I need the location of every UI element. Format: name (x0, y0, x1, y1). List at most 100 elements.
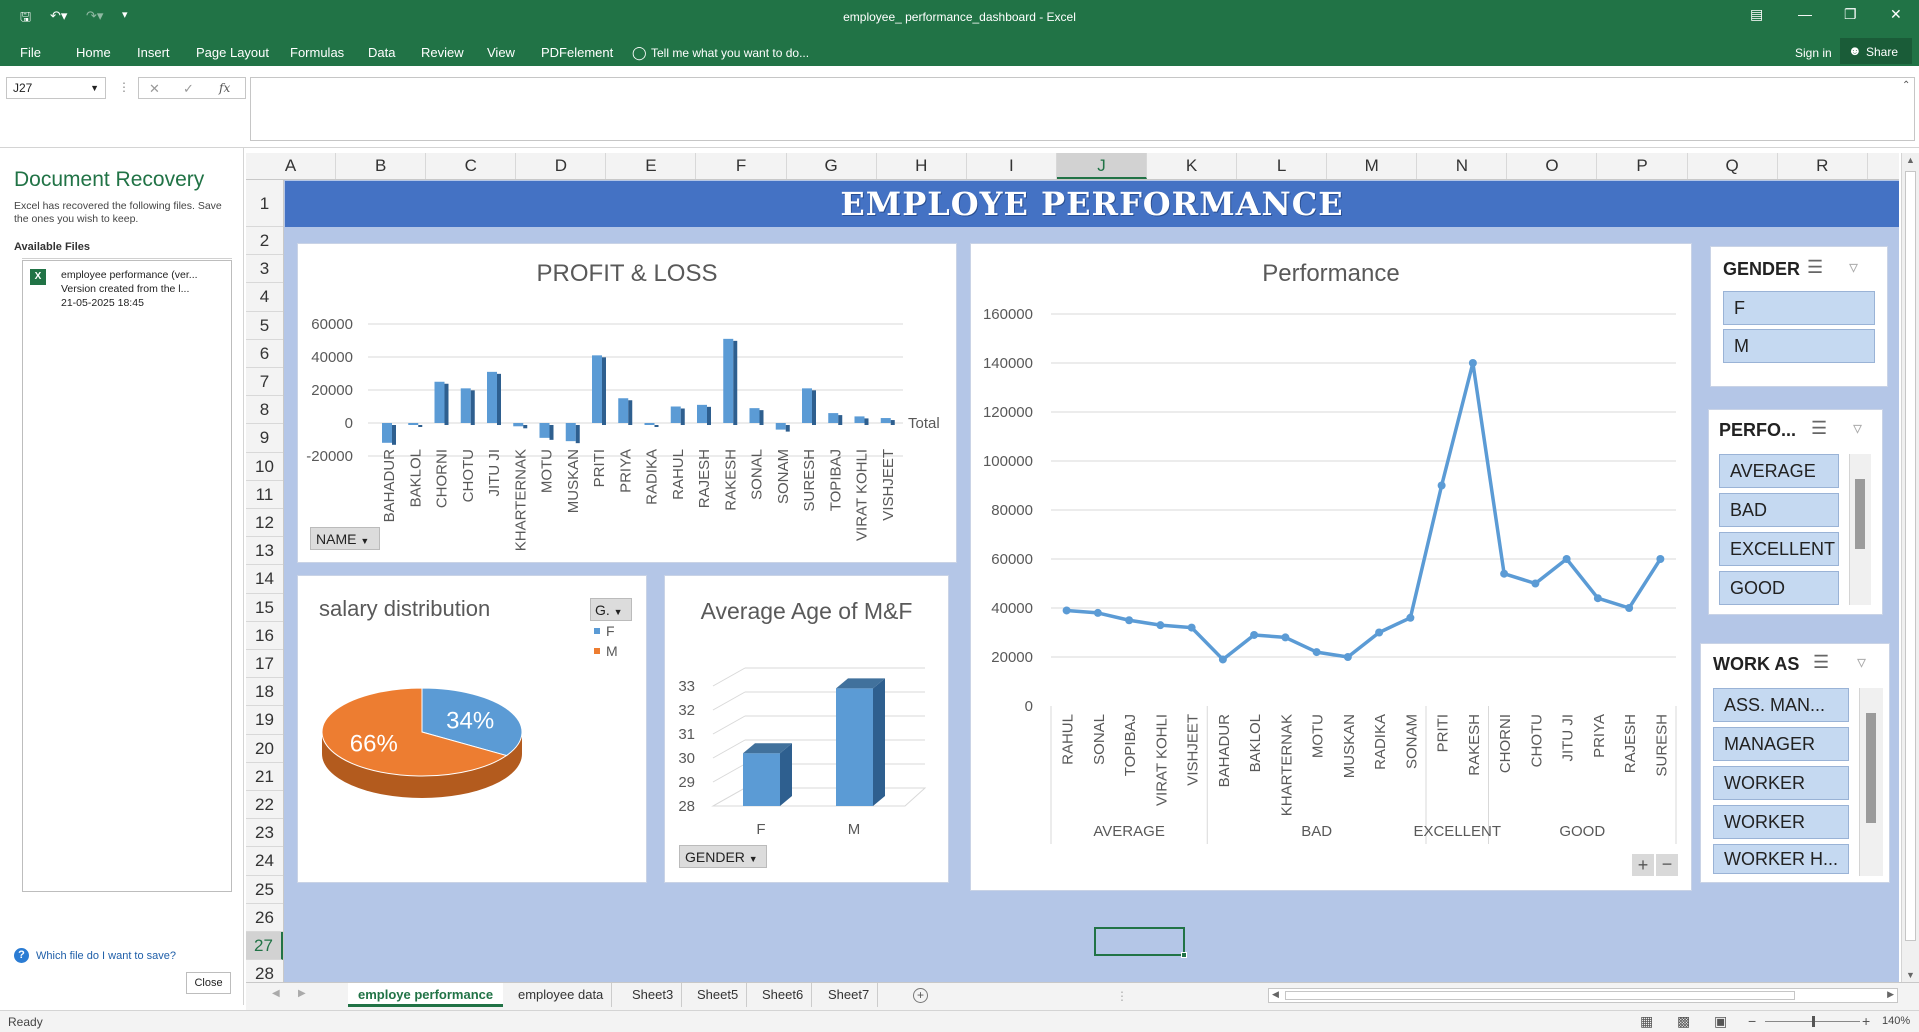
slicer-item-f[interactable]: F (1723, 291, 1875, 325)
name-filter-button[interactable]: NAME ▼ (310, 527, 380, 550)
cancel-icon[interactable]: ✕ (149, 81, 160, 97)
row-header-11[interactable]: 11 (246, 481, 283, 509)
row-header-24[interactable]: 24 (246, 847, 283, 876)
column-header-j[interactable]: J (1056, 153, 1147, 179)
collapse-formula-icon[interactable]: ⌃ (1902, 80, 1910, 91)
row-header-22[interactable]: 22 (246, 791, 283, 820)
ribbon-display-icon[interactable]: ▤ (1750, 6, 1763, 23)
slicer-item-ass-manager[interactable]: ASS. MAN... (1713, 688, 1849, 722)
performance-chart[interactable]: Performance 160000 140000 120000 100000 8000… (970, 243, 1692, 891)
row-header-9[interactable]: 9 (246, 424, 283, 453)
row-header-3[interactable]: 3 (246, 255, 283, 284)
tab-formulas[interactable]: Formulas (290, 45, 344, 60)
close-icon[interactable]: ✕ (1890, 6, 1902, 23)
clear-filter-icon[interactable]: ▿ (1849, 257, 1858, 278)
selected-cell-j27[interactable] (1094, 927, 1187, 958)
scroll-down-icon[interactable]: ▼ (1906, 970, 1915, 980)
slicer-item-worker-2[interactable]: WORKER (1713, 805, 1849, 839)
scroll-left-icon[interactable]: ◀ (1272, 989, 1279, 1000)
row-header-25[interactable]: 25 (246, 876, 283, 904)
row-header-1[interactable]: 1 (246, 180, 283, 227)
row-header-21[interactable]: 21 (246, 763, 283, 791)
row-header-20[interactable]: 20 (246, 735, 283, 763)
row-header-17[interactable]: 17 (246, 650, 283, 679)
column-header-i[interactable]: I (967, 153, 1057, 179)
column-header-p[interactable]: P (1598, 153, 1688, 179)
column-header-b[interactable]: B (336, 153, 427, 179)
slicer-item-bad[interactable]: BAD (1719, 493, 1839, 527)
column-header-o[interactable]: O (1507, 153, 1598, 179)
slicer-item-m[interactable]: M (1723, 329, 1875, 363)
gender-axis-filter-button[interactable]: GENDER ▼ (679, 845, 767, 868)
sheet-tab-employe-performance[interactable]: employe performance (348, 983, 504, 1007)
tab-view[interactable]: View (487, 45, 515, 60)
sign-in-link[interactable]: Sign in (1795, 46, 1832, 60)
share-button[interactable]: ☻ Share (1840, 38, 1912, 64)
scroll-right-icon[interactable]: ▶ (1887, 989, 1894, 1000)
tab-insert[interactable]: Insert (137, 45, 170, 60)
zoom-in-icon[interactable]: + (1862, 1013, 1870, 1029)
slicer-scrollbar[interactable] (1859, 688, 1883, 876)
column-header-a[interactable]: A (246, 153, 337, 179)
sheet-tab-employee-data[interactable]: employee data (510, 983, 613, 1007)
sheet-tab-sheet7[interactable]: Sheet7 (820, 983, 879, 1007)
enter-icon[interactable]: ✓ (183, 81, 194, 97)
profit-loss-chart[interactable]: PROFIT & LOSS 60000 40000 20000 0 -20000 BAHA… (297, 243, 957, 563)
row-header-26[interactable]: 26 (246, 904, 283, 932)
column-header-e[interactable]: E (606, 153, 697, 179)
clear-filter-icon[interactable]: ▿ (1853, 418, 1862, 439)
row-header-6[interactable]: 6 (246, 340, 283, 368)
multi-select-icon[interactable]: ☰ (1807, 257, 1823, 278)
row-header-23[interactable]: 23 (246, 819, 283, 848)
which-file-help-link[interactable]: Which file do I want to save? (36, 950, 176, 962)
prev-sheet-icon[interactable]: ◀ (272, 988, 280, 999)
recovered-file-item[interactable]: X employee performance (ver... Version c… (27, 265, 227, 319)
slicer-item-good[interactable]: GOOD (1719, 571, 1839, 605)
column-header-n[interactable]: N (1417, 153, 1508, 179)
row-header-10[interactable]: 10 (246, 453, 283, 481)
row-header-18[interactable]: 18 (246, 678, 283, 707)
salary-distribution-chart[interactable]: salary distribution G. ▼ 34% 66% F M (297, 575, 647, 883)
slicer-item-manager[interactable]: MANAGER (1713, 727, 1849, 761)
column-header-h[interactable]: H (877, 153, 967, 179)
multi-select-icon[interactable]: ☰ (1811, 418, 1827, 439)
insert-function-icon[interactable]: fx (219, 81, 230, 95)
column-header-f[interactable]: F (697, 153, 787, 179)
slicer-item-worker-h[interactable]: WORKER H... (1713, 844, 1849, 874)
row-header-13[interactable]: 13 (246, 537, 283, 566)
name-box[interactable]: J27 ▼ (6, 77, 106, 99)
row-header-7[interactable]: 7 (246, 368, 283, 397)
tab-file[interactable]: File (20, 45, 41, 60)
sheet-tab-sheet3[interactable]: Sheet3 (624, 983, 683, 1007)
sheet-tab-sheet6[interactable]: Sheet6 (754, 983, 813, 1007)
slicer-item-worker[interactable]: WORKER (1713, 766, 1849, 800)
clear-filter-icon[interactable]: ▿ (1857, 652, 1866, 673)
column-header-l[interactable]: L (1237, 153, 1328, 179)
formula-input[interactable] (250, 77, 1915, 141)
vertical-scrollbar[interactable]: ▲ ▼ (1901, 153, 1919, 982)
column-header-g[interactable]: G (787, 153, 877, 179)
column-header-c[interactable]: C (426, 153, 517, 179)
row-header-27[interactable]: 27 (246, 932, 283, 961)
zoom-slider-thumb[interactable] (1812, 1016, 1815, 1027)
row-header-15[interactable]: 15 (246, 594, 283, 622)
horizontal-scrollbar[interactable]: ◀ ▶ (1268, 988, 1898, 1003)
row-header-12[interactable]: 12 (246, 509, 283, 538)
tell-me-search[interactable]: Tell me what you want to do... (651, 46, 809, 60)
tab-home[interactable]: Home (76, 45, 111, 60)
column-header-m[interactable]: M (1327, 153, 1418, 179)
row-header-14[interactable]: 14 (246, 565, 283, 594)
slicer-item-excellent[interactable]: EXCELLENT (1719, 532, 1839, 566)
row-header-16[interactable]: 16 (246, 622, 283, 650)
zoom-out-icon[interactable]: − (1748, 1013, 1756, 1029)
expand-field-icon[interactable]: + (1632, 854, 1654, 876)
average-age-chart[interactable]: Average Age of M&F 33 32 31 30 29 28 F M GENDER… (664, 575, 949, 883)
slicer-scrollbar[interactable] (1849, 454, 1871, 605)
row-header-5[interactable]: 5 (246, 312, 283, 340)
tab-page-layout[interactable]: Page Layout (196, 45, 269, 60)
row-header-2[interactable]: 2 (246, 227, 283, 256)
slicer-item-average[interactable]: AVERAGE (1719, 454, 1839, 488)
tab-review[interactable]: Review (421, 45, 464, 60)
row-header-19[interactable]: 19 (246, 706, 283, 735)
tab-pdfelement[interactable]: PDFelement (541, 45, 613, 60)
